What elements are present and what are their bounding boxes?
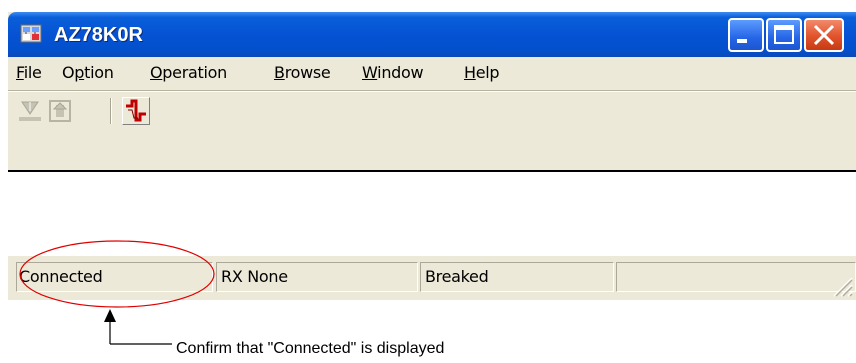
menu-window[interactable]: Window bbox=[362, 64, 424, 82]
download-icon bbox=[19, 101, 41, 121]
close-icon bbox=[813, 24, 835, 46]
signal-button[interactable] bbox=[122, 97, 150, 125]
status-rx: RX None bbox=[216, 262, 418, 292]
menu-bar: File Option Operation Browse Window Help bbox=[12, 58, 852, 88]
client-area bbox=[8, 170, 856, 256]
close-button[interactable] bbox=[804, 18, 844, 52]
window-title: AZ78K0R bbox=[54, 24, 143, 46]
app-icon bbox=[20, 24, 42, 43]
menu-option[interactable]: Option bbox=[62, 64, 114, 82]
resize-grip-icon[interactable] bbox=[830, 274, 854, 298]
menu-file[interactable]: File bbox=[16, 64, 42, 82]
status-connection: Connected bbox=[16, 262, 213, 292]
menu-browse[interactable]: Browse bbox=[274, 64, 331, 82]
status-bar: Connected RX None Breaked bbox=[8, 256, 856, 300]
main-window: AZ78K0R File Option Operation Browse Win… bbox=[8, 12, 856, 300]
maximize-button[interactable] bbox=[766, 18, 802, 52]
upload-icon bbox=[49, 100, 71, 122]
upload-button[interactable] bbox=[46, 97, 74, 125]
menu-operation[interactable]: Operation bbox=[150, 64, 227, 82]
minimize-icon bbox=[737, 39, 747, 43]
maximize-icon bbox=[774, 25, 794, 44]
minimize-button[interactable] bbox=[728, 18, 764, 52]
annotation-caption: Confirm that "Connected" is displayed bbox=[176, 340, 445, 357]
status-extra bbox=[616, 262, 856, 292]
download-button[interactable] bbox=[16, 97, 44, 125]
status-break: Breaked bbox=[420, 262, 614, 292]
title-bar[interactable]: AZ78K0R bbox=[8, 12, 856, 57]
menu-help[interactable]: Help bbox=[464, 64, 500, 82]
toolbar-divider bbox=[110, 98, 112, 124]
signal-pulse-icon bbox=[126, 99, 146, 122]
toolbar-separator-highlight bbox=[8, 91, 856, 92]
annotation-arrow-icon bbox=[104, 309, 116, 322]
